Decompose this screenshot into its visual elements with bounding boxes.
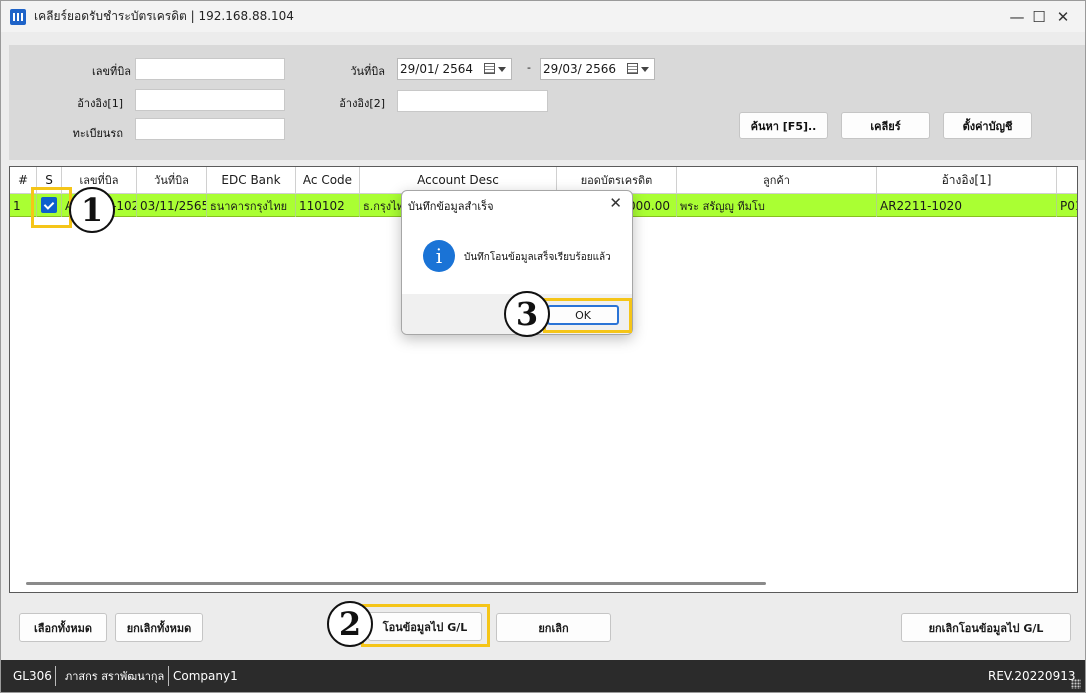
date-separator: -: [527, 61, 531, 74]
column-header[interactable]: อ้างอิง[1]: [877, 167, 1057, 194]
account-setup-button[interactable]: ตั้งค่าบัญชี: [943, 112, 1032, 139]
step1-marker: 1: [69, 187, 115, 233]
company-name: Company1: [173, 669, 238, 683]
info-icon: i: [423, 240, 455, 272]
column-header[interactable]: ลูกค้า: [677, 167, 877, 194]
bill-no-label: เลขที่บิล: [92, 65, 131, 78]
select-all-button[interactable]: เลือกทั้งหมด: [19, 613, 107, 642]
column-header[interactable]: วันที่บิล: [137, 167, 207, 194]
bill-no-input[interactable]: [135, 58, 285, 80]
date-to-picker[interactable]: 29/03/ 2566: [540, 58, 655, 80]
ref1-label: อ้างอิง[1]: [77, 97, 123, 110]
chevron-down-icon: [641, 67, 649, 72]
app-icon: [10, 8, 26, 25]
search-panel: เลขที่บิล อ้างอิง[1] ทะเบียนรถ วันที่บิล…: [9, 45, 1085, 160]
window-title: เคลียร์ยอดรับชำระบัตรเครดิต | 192.168.88…: [34, 9, 294, 23]
step2-marker: 2: [327, 601, 373, 647]
step3-marker: 3: [504, 291, 550, 337]
step3-highlight: [543, 298, 632, 333]
chevron-down-icon: [498, 67, 506, 72]
calendar-icon: [484, 63, 495, 74]
step1-highlight: [31, 187, 72, 228]
title-bar: เคลียร์ยอดรับชำระบัตรเครดิต | 192.168.88…: [1, 1, 1085, 32]
close-button[interactable]: ✕: [1040, 1, 1086, 32]
status-divider: [55, 666, 56, 686]
horizontal-scrollbar[interactable]: [26, 582, 766, 585]
ac-code-cell: 110102: [296, 194, 360, 217]
clear-button[interactable]: เคลียร์: [841, 112, 930, 139]
dialog-message: บันทึกโอนข้อมูลเสร็จเรียบร้อยแล้ว: [464, 252, 611, 263]
status-bar: GL306 ภาสกร สราพัฒนากุล Company1 REV.202…: [1, 660, 1085, 692]
ref2-input[interactable]: [397, 90, 548, 112]
user-name: ภาสกร สราพัฒนากุล: [65, 670, 165, 683]
search-button[interactable]: ค้นหา [F5]..: [739, 112, 828, 139]
step2-highlight: [361, 604, 490, 647]
date-to-value: 29/03/ 2566: [543, 62, 616, 76]
ref2-label: อ้างอิง[2]: [339, 97, 385, 110]
ref1-cell: AR2211-1020: [877, 194, 1057, 217]
plate-input[interactable]: [135, 118, 285, 140]
ref1-input[interactable]: [135, 89, 285, 111]
column-header-overflow: [1057, 167, 1077, 194]
deselect-all-button[interactable]: ยกเลิกทั้งหมด: [115, 613, 203, 642]
date-from-picker[interactable]: 29/01/ 2564: [397, 58, 512, 80]
dialog-title: บันทึกข้อมูลสำเร็จ: [408, 200, 494, 213]
program-code: GL306: [13, 669, 52, 683]
calendar-icon: [627, 63, 638, 74]
status-divider: [168, 666, 169, 686]
cancel-transfer-gl-button[interactable]: ยกเลิกโอนข้อมูลไป G/L: [901, 613, 1071, 642]
revision: REV.20220913: [988, 669, 1076, 683]
date-from-value: 29/01/ 2564: [400, 62, 473, 76]
dialog-close-button[interactable]: ✕: [609, 194, 622, 212]
resize-grip-icon[interactable]: [1071, 679, 1081, 689]
cancel-button[interactable]: ยกเลิก: [496, 613, 611, 642]
ref2-cell: P01: [1060, 198, 1077, 213]
app-window: เคลียร์ยอดรับชำระบัตรเครดิต | 192.168.88…: [0, 0, 1086, 693]
customer-cell: พระ สรัญญู ทีมโบ: [677, 194, 877, 217]
plate-label: ทะเบียนรถ: [72, 127, 123, 140]
bill-date-cell: 03/11/2565: [137, 194, 207, 217]
column-header[interactable]: Ac Code: [296, 167, 360, 194]
column-header[interactable]: EDC Bank: [207, 167, 296, 194]
bill-date-label: วันที่บิล: [350, 65, 385, 78]
edc-bank-cell: ธนาคารกรุงไทย: [207, 194, 296, 217]
